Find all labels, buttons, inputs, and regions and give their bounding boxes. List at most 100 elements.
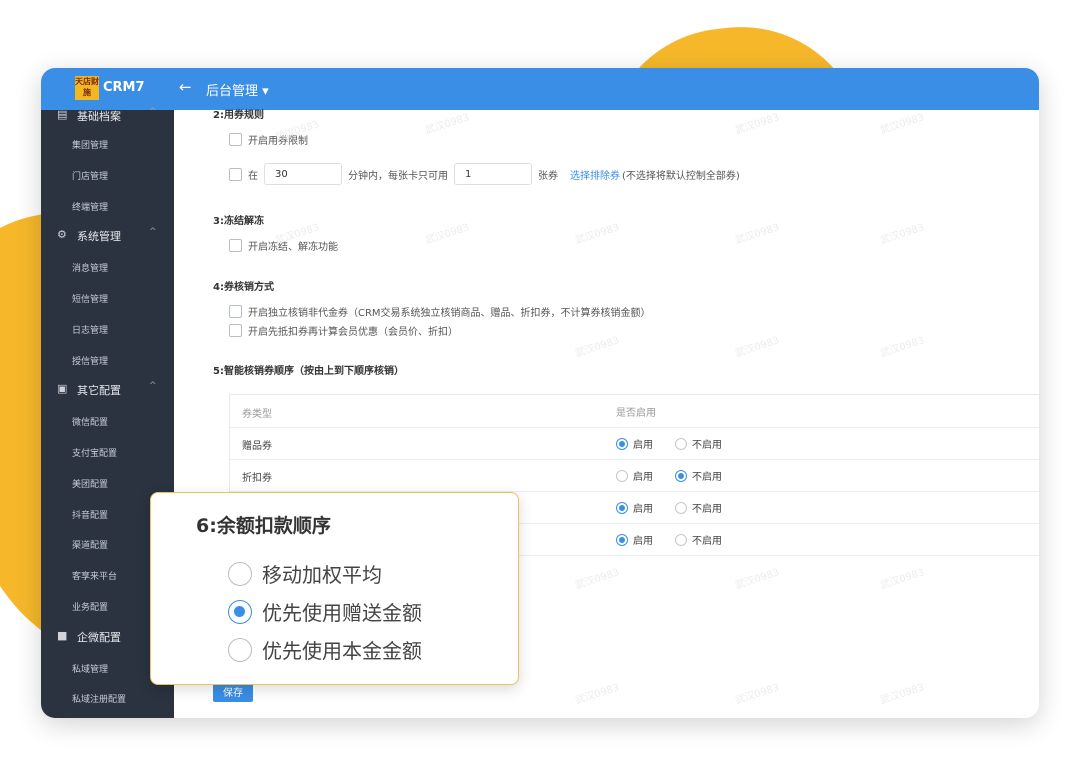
enable-option[interactable]: 启用 xyxy=(616,532,653,547)
sidebar-group-3[interactable]: ⚙ 系统管理 ^ xyxy=(41,222,174,250)
enable-radio-group: 启用 不启用 xyxy=(616,468,744,483)
coupon-limit-checkbox[interactable] xyxy=(229,133,242,146)
enable-option[interactable]: 启用 xyxy=(616,468,653,483)
sidebar-item-9[interactable]: 微信配置 xyxy=(41,407,174,435)
table-header: 券类型 是否启用 xyxy=(230,395,1039,428)
writeoff-opt1-label: 开启独立核销非代金券（CRM交易系统独立核销商品、赠品、折扣券，不计算券核销金额… xyxy=(248,308,651,319)
enable-radio-group: 启用 不启用 xyxy=(616,532,744,547)
watermark: 武汉0983 xyxy=(424,222,471,247)
writeoff-opt2-label: 开启先抵扣券再计算会员优惠（会员价、折扣） xyxy=(248,327,458,338)
sidebar-item-1[interactable]: 门店管理 xyxy=(41,161,174,189)
enable-option[interactable]: 启用 xyxy=(616,500,653,515)
writeoff-opt1-row[interactable]: 开启独立核销非代金券（CRM交易系统独立核销商品、赠品、折扣券，不计算券核销金额… xyxy=(229,304,651,319)
disable-option[interactable]: 不启用 xyxy=(675,532,722,547)
radio-button[interactable] xyxy=(675,533,687,546)
popup-title: 6:余额扣款顺序 xyxy=(196,515,331,537)
file-icon: ▤ xyxy=(57,108,68,121)
radio-button[interactable] xyxy=(228,599,252,624)
radio-button[interactable] xyxy=(675,469,687,482)
writeoff-opt2-row[interactable]: 开启先抵扣券再计算会员优惠（会员价、折扣） xyxy=(229,323,458,338)
writeoff-opt1-checkbox[interactable] xyxy=(229,305,242,318)
count-input[interactable]: 1 xyxy=(454,163,532,185)
sidebar-item-label: 授信管理 xyxy=(72,356,109,367)
watermark: 武汉0983 xyxy=(734,222,781,247)
watermark: 武汉0983 xyxy=(734,682,781,707)
chevron-up-icon: ^ xyxy=(149,381,157,392)
sidebar-item-label: 抖音配置 xyxy=(72,510,109,521)
sidebar-item-6[interactable]: 日志管理 xyxy=(41,315,174,343)
radio-button[interactable] xyxy=(616,501,628,514)
sidebar-item-5[interactable]: 短信管理 xyxy=(41,284,174,312)
disable-label: 不启用 xyxy=(692,536,722,547)
sidebar-item-label: 短信管理 xyxy=(72,295,109,305)
watermark: 武汉0983 xyxy=(574,567,621,592)
chevron-up-icon: ^ xyxy=(149,107,157,117)
balance-order-popup: 6:余额扣款顺序 移动加权平均优先使用赠送金额优先使用本金金额 xyxy=(150,492,519,685)
sidebar-group-label: 基础档案 xyxy=(77,110,121,123)
col-coupon-type: 券类型 xyxy=(242,409,272,420)
disable-label: 不启用 xyxy=(692,472,722,483)
exclude-note: (不选择将默认控制全部券) xyxy=(622,170,740,182)
sidebar-item-label: 客享来平台 xyxy=(72,572,118,583)
balance-option-label: 优先使用本金金额 xyxy=(262,639,422,663)
monitor-icon: ▣ xyxy=(57,382,68,396)
sidebar-item-10[interactable]: 支付宝配置 xyxy=(41,438,174,466)
radio-button[interactable] xyxy=(228,561,252,586)
disable-option[interactable]: 不启用 xyxy=(675,468,722,483)
brand-name: CRM7 xyxy=(103,80,145,95)
radio-button[interactable] xyxy=(675,501,687,514)
sidebar-item-label: 消息管理 xyxy=(72,264,109,275)
enable-option[interactable]: 启用 xyxy=(616,436,653,451)
coupon-type-cell: 折扣券 xyxy=(242,473,272,484)
gear-icon: ⚙ xyxy=(57,228,67,242)
select-exclude-link[interactable]: 选择排除券 xyxy=(570,167,620,182)
enable-label: 启用 xyxy=(633,440,653,451)
arrow-left-icon[interactable]: ← xyxy=(179,78,192,96)
freeze-checkbox[interactable] xyxy=(229,239,242,252)
watermark: 武汉0983 xyxy=(424,112,471,137)
section-title-order: 5:智能核销券顺序（按由上到下顺序核销） xyxy=(213,366,404,377)
coupon-time-row: 在 30 分钟内，每张卡只可用 1 张券 选择排除券 (不选择将默认控制全部券) xyxy=(229,163,740,185)
radio-button[interactable] xyxy=(616,469,628,482)
watermark: 武汉0983 xyxy=(879,335,926,360)
sidebar-item-label: 私域管理 xyxy=(72,664,109,675)
section-title-coupon-rules: 2:用券规则 xyxy=(213,110,264,121)
radio-button[interactable] xyxy=(228,637,252,662)
radio-button[interactable] xyxy=(675,437,687,450)
balance-option-label: 移动加权平均 xyxy=(262,563,382,587)
balance-option-0[interactable]: 移动加权平均 xyxy=(228,559,382,588)
radio-button[interactable] xyxy=(616,533,628,546)
section-title-writeoff: 4:券核销方式 xyxy=(213,282,274,293)
sidebar-item-4[interactable]: 消息管理 xyxy=(41,253,174,281)
balance-option-2[interactable]: 优先使用本金金额 xyxy=(228,635,422,664)
menu-dropdown[interactable]: 后台管理 ▾ xyxy=(206,80,269,99)
section-title-freeze: 3:冻结解冻 xyxy=(213,216,264,227)
watermark: 武汉0983 xyxy=(574,682,621,707)
table-row: 折扣券 启用 不启用 xyxy=(230,459,1039,492)
watermark: 武汉0983 xyxy=(734,335,781,360)
radio-button[interactable] xyxy=(616,437,628,450)
enable-label: 启用 xyxy=(633,536,653,547)
disable-option[interactable]: 不启用 xyxy=(675,500,722,515)
balance-option-1[interactable]: 优先使用赠送金额 xyxy=(228,597,422,626)
minutes-input[interactable]: 30 xyxy=(264,163,342,185)
sidebar-group-8[interactable]: ▣ 其它配置 ^ xyxy=(41,376,174,404)
sidebar-item-label: 微信配置 xyxy=(72,418,109,429)
sidebar-item-7[interactable]: 授信管理 xyxy=(41,346,174,374)
sidebar-group-basic[interactable]: ▤ 基础档案 ^ xyxy=(41,102,174,130)
sidebar-item-2[interactable]: 终端管理 xyxy=(41,192,174,220)
sidebar-item-label: 私域注册配置 xyxy=(72,695,127,706)
sidebar-item-label: 其它配置 xyxy=(77,384,121,398)
sidebar-item-0[interactable]: 集团管理 xyxy=(41,130,174,158)
watermark: 武汉0983 xyxy=(734,567,781,592)
minutes-label: 分钟内，每张卡只可用 xyxy=(348,170,448,182)
enable-radio-group: 启用 不启用 xyxy=(616,500,744,515)
sidebar-item-label: 美团配置 xyxy=(72,479,109,490)
watermark: 武汉0983 xyxy=(879,567,926,592)
writeoff-opt2-checkbox[interactable] xyxy=(229,324,242,337)
sidebar-item-18[interactable]: 私域注册配置 xyxy=(41,684,174,712)
sidebar-item-label: 终端管理 xyxy=(72,202,109,213)
disable-option[interactable]: 不启用 xyxy=(675,436,722,451)
coupon-time-checkbox[interactable] xyxy=(229,167,242,181)
folder-icon: ■ xyxy=(57,628,68,642)
